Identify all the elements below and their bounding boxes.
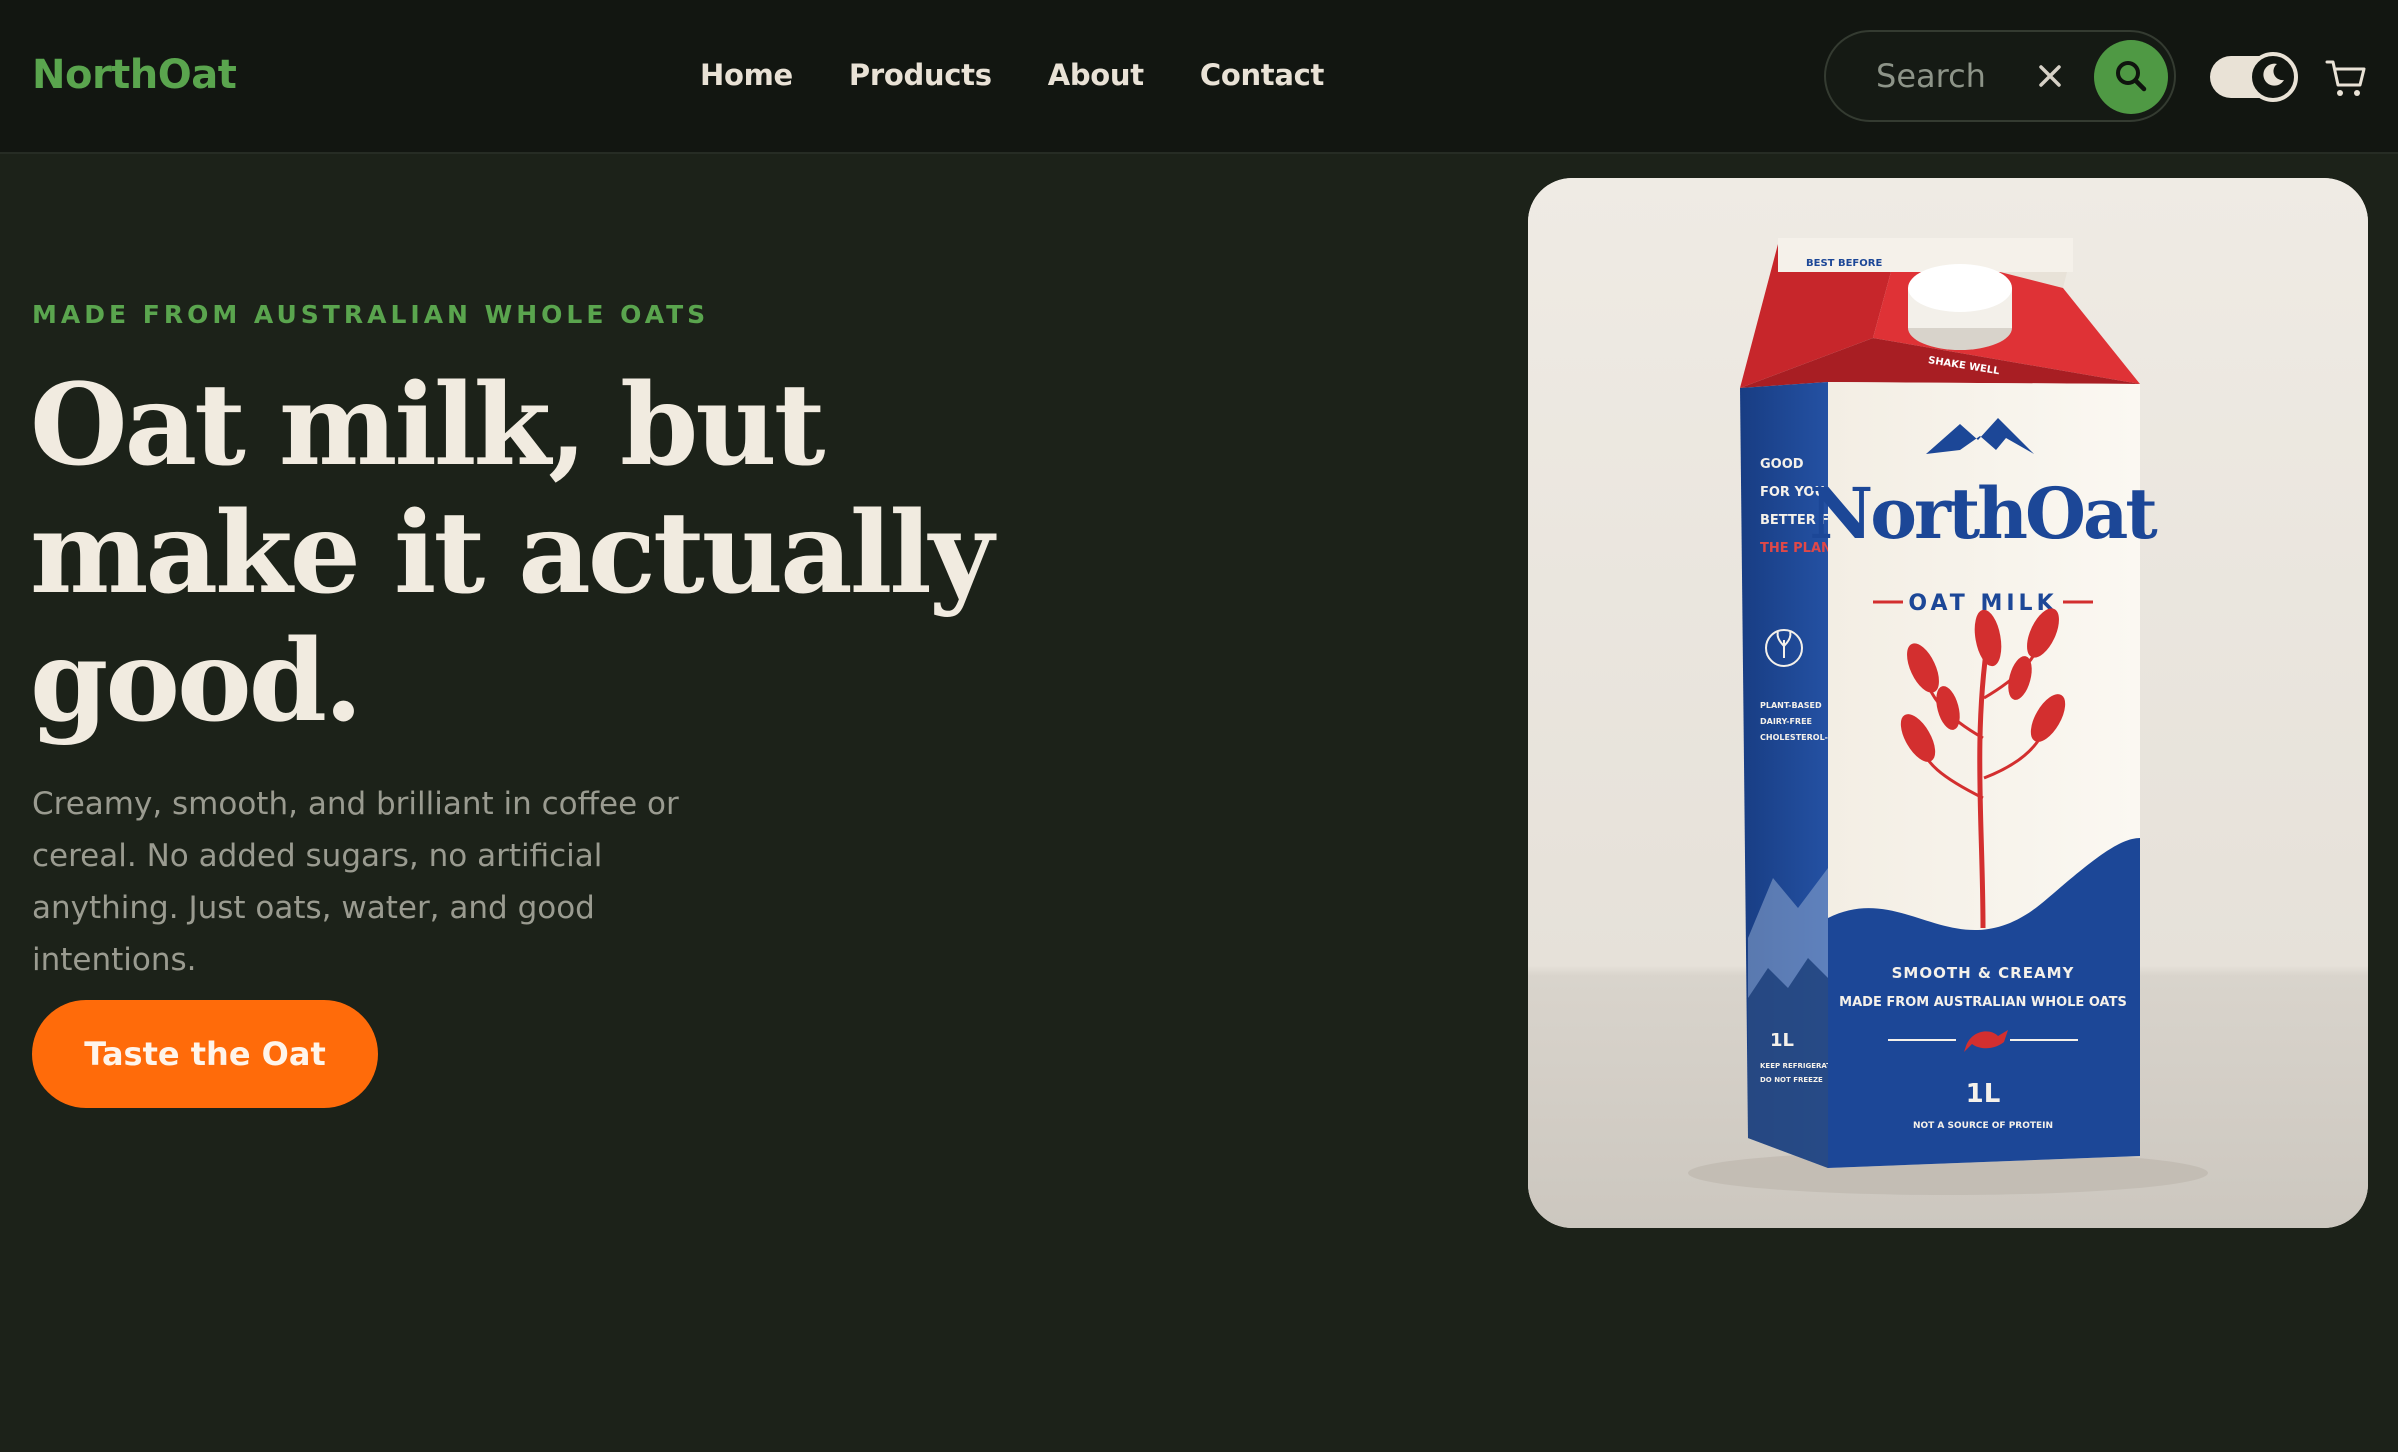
carton-side-volume: 1L bbox=[1770, 1030, 1794, 1051]
search-bar bbox=[1824, 30, 2176, 122]
product-image: BEST BEFORE SHAKE WELL GOOD FOR YOU. BET… bbox=[1528, 178, 2368, 1228]
main-nav: Home Products About Contact bbox=[700, 58, 1380, 92]
carton-best-before: BEST BEFORE bbox=[1806, 258, 1882, 269]
hero-subcopy: Creamy, smooth, and brilliant in coffee … bbox=[32, 786, 679, 978]
nav-about[interactable]: About bbox=[1048, 58, 1144, 92]
moon-icon bbox=[2258, 60, 2288, 94]
nav-products[interactable]: Products bbox=[849, 58, 992, 92]
toggle-knob bbox=[2248, 52, 2298, 102]
carton-brand: NorthOat bbox=[1809, 472, 2157, 555]
search-input[interactable] bbox=[1876, 54, 2046, 98]
nav-contact[interactable]: Contact bbox=[1200, 58, 1325, 92]
site-header: NorthOat Home Products About Contact bbox=[0, 0, 2398, 154]
hero-headline: Oat milk, but make it actually good. bbox=[30, 360, 994, 747]
cart-icon[interactable] bbox=[2324, 56, 2368, 100]
theme-toggle[interactable] bbox=[2210, 52, 2298, 102]
taste-cta-button[interactable]: Taste the Oat bbox=[32, 1000, 378, 1108]
hero-eyebrow: MADE FROM AUSTRALIAN WHOLE OATS bbox=[32, 300, 710, 329]
search-icon bbox=[2112, 57, 2150, 98]
carton-tagline: SMOOTH & CREAMY bbox=[1892, 964, 2075, 982]
nav-home[interactable]: Home bbox=[700, 58, 793, 92]
carton-origin: MADE FROM AUSTRALIAN WHOLE OATS bbox=[1839, 995, 2127, 1010]
brand-logo[interactable]: NorthOat bbox=[32, 52, 237, 98]
search-button[interactable] bbox=[2094, 40, 2168, 114]
clear-icon[interactable] bbox=[2030, 56, 2070, 96]
carton-footnote: NOT A SOURCE OF PROTEIN bbox=[1913, 1121, 2053, 1131]
carton-volume: 1L bbox=[1966, 1079, 2001, 1109]
